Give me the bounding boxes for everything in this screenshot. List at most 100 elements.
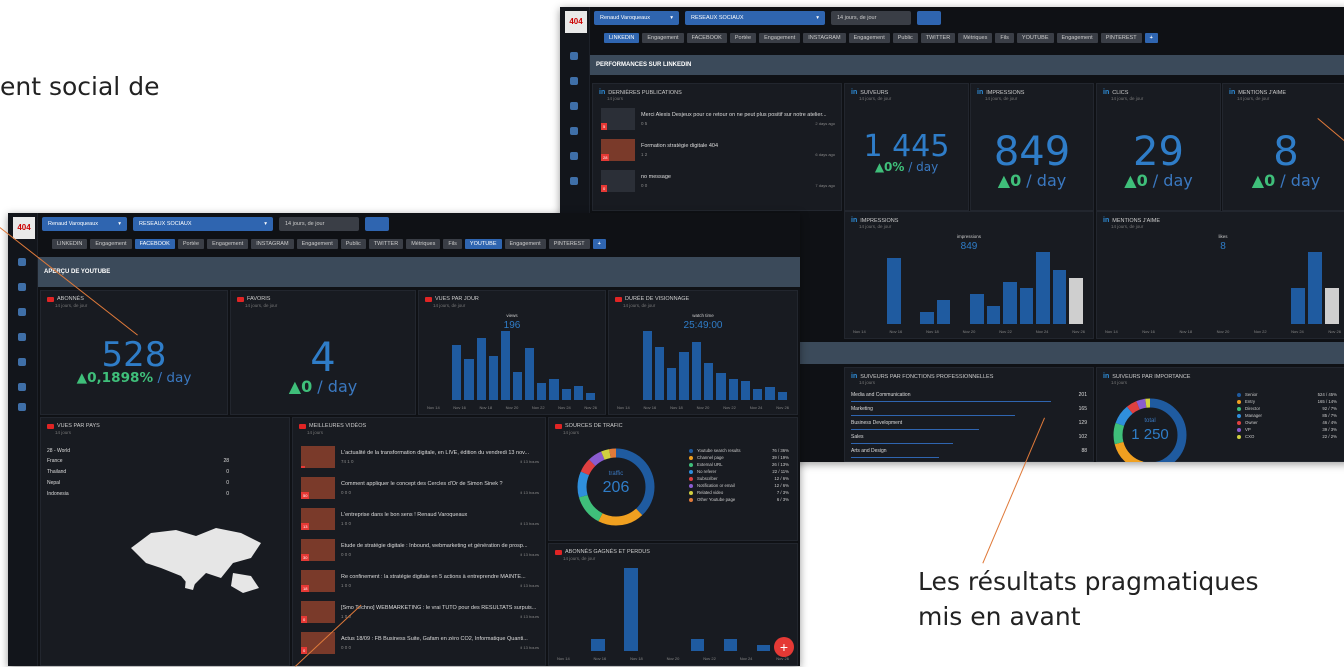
nav-icon[interactable] <box>18 308 26 316</box>
video-item[interactable]: 0 [Smo Techno] WEBMARKETING : le vrai TUT… <box>301 601 539 623</box>
video-item[interactable]: 30 Etude de stratégie digitale : Inbound,… <box>301 539 539 561</box>
video-item[interactable]: 50 Comment appliquer le concept des Cercl… <box>301 477 539 499</box>
network-tab[interactable]: Public <box>892 33 918 43</box>
network-tab[interactable]: PINTEREST <box>548 239 590 249</box>
legend-item: Youtube search results 76 / 36% <box>689 448 789 453</box>
post-item[interactable]: 5 Merci Alexis Desjeux pour ce retour on … <box>601 108 835 130</box>
legend-swatch <box>689 483 693 488</box>
bar-area <box>617 331 789 400</box>
period-select[interactable]: 14 jours, de jour <box>279 217 359 231</box>
video-item[interactable]: L'actualité de la transformation digital… <box>301 446 539 468</box>
legend-label: Other Youtube page <box>697 497 736 502</box>
network-tab[interactable]: Fils <box>443 239 462 249</box>
legend-item: Notification or email 12 / 6% <box>689 483 789 488</box>
brand-logo[interactable]: 404 <box>13 217 35 239</box>
legend-value: 7 / 3% <box>776 490 789 495</box>
nav-icon[interactable] <box>570 177 578 185</box>
nav-icon[interactable] <box>570 52 578 60</box>
x-tick-label: Nov 18 <box>630 656 643 661</box>
network-tab[interactable]: INSTAGRAM <box>803 33 846 43</box>
impressions-chart-card: in IMPRESSIONS 14 jours, de jour impressi… <box>844 211 1094 339</box>
network-tab[interactable]: + <box>592 239 606 249</box>
chart-series-label: watch time <box>692 313 714 318</box>
user-select[interactable]: Renaud Varoqueaux ▾ <box>594 11 679 25</box>
network-tab[interactable]: Métriques <box>958 33 993 43</box>
network-tab[interactable]: Engagement <box>207 239 249 249</box>
network-tab[interactable]: Portée <box>729 33 757 43</box>
network-tab[interactable]: Engagement <box>759 33 801 43</box>
function-value: 129 <box>1078 420 1087 426</box>
network-tab[interactable]: LINKEDIN <box>52 239 88 249</box>
nav-icon[interactable] <box>18 258 26 266</box>
legend-label: External URL <box>697 462 723 467</box>
network-tab[interactable]: FACEBOOK <box>686 33 727 43</box>
video-item[interactable]: 13 L'entreprise dans le bon sens ! Renaud… <box>301 508 539 530</box>
x-tick-label: Nov 18 <box>1179 329 1193 334</box>
period-select[interactable]: 14 jours, de jour <box>831 11 911 25</box>
top-bar: Renaud Varoqueaux ▾ RESEAUX SOCIAUX ▾ 14 j… <box>590 7 1344 29</box>
network-tab[interactable]: Fils <box>995 33 1014 43</box>
network-tab[interactable]: LINKEDIN <box>604 33 640 43</box>
apply-button[interactable] <box>365 217 389 231</box>
nav-icon[interactable] <box>570 77 578 85</box>
network-select[interactable]: RESEAUX SOCIAUX ▾ <box>133 217 273 231</box>
network-tab[interactable]: TWITTER <box>920 33 956 43</box>
country-row[interactable]: Nepal 0 <box>47 480 229 486</box>
network-tab[interactable]: Portée <box>177 239 205 249</box>
legend-label: Subscriber <box>697 476 718 481</box>
network-tab[interactable]: Engagement <box>296 239 338 249</box>
nav-icon[interactable] <box>570 102 578 110</box>
nav-icon[interactable] <box>18 383 26 391</box>
network-tab[interactable]: TWITTER <box>368 239 404 249</box>
apply-button[interactable] <box>917 11 941 25</box>
video-time: il 13 hours <box>520 490 539 495</box>
nav-icon[interactable] <box>18 403 26 411</box>
network-tab[interactable]: YOUTUBE <box>464 239 502 249</box>
section-banner: PERFORMANCES SUR LINKEDIN <box>590 55 1344 75</box>
video-count-badge: 0 <box>301 647 308 654</box>
country-row[interactable]: France 28 <box>47 458 229 464</box>
network-tab[interactable]: Engagement <box>1056 33 1098 43</box>
legend-value: 76 / 36% <box>772 448 789 453</box>
country-value: 0 <box>226 469 229 475</box>
legend-swatch <box>689 462 693 467</box>
function-progress-bar <box>851 429 979 430</box>
country-row[interactable]: Indonesia 0 <box>47 491 229 497</box>
post-item[interactable]: 28 Formation stratégie digitale 404 1 2 6 d… <box>601 139 835 161</box>
network-select[interactable]: RESEAUX SOCIAUX ▾ <box>685 11 825 25</box>
nav-icon[interactable] <box>570 127 578 135</box>
post-time: 2 days ago <box>815 121 835 126</box>
nav-icon[interactable] <box>18 358 26 366</box>
network-tab[interactable]: Engagement <box>848 33 890 43</box>
network-tab[interactable]: PINTEREST <box>1100 33 1142 43</box>
kpi-rate: ▲0% / day <box>845 160 968 174</box>
legend-label: Youtube search results <box>697 448 741 453</box>
legend-swatch <box>1237 399 1241 404</box>
x-tick-label: Nov 16 <box>453 405 466 410</box>
nav-icon[interactable] <box>18 333 26 341</box>
network-tab[interactable]: Public <box>340 239 366 249</box>
nav-icon[interactable] <box>18 283 26 291</box>
brand-logo[interactable]: 404 <box>565 11 587 33</box>
chart-bar <box>970 294 984 324</box>
network-tab[interactable]: Engagement <box>90 239 132 249</box>
video-item[interactable]: 0 Actus 18/09 : FB Business Suite, Gafam … <box>301 632 539 654</box>
legend-item: Owner 46 / 4% <box>1237 420 1337 425</box>
network-tab[interactable]: INSTAGRAM <box>251 239 294 249</box>
network-tab[interactable]: + <box>1144 33 1158 43</box>
network-tab[interactable]: Engagement <box>642 33 684 43</box>
country-row[interactable]: Thailand 0 <box>47 469 229 475</box>
add-widget-button[interactable]: + <box>774 637 794 657</box>
x-tick-label: Nov 22 <box>999 329 1012 334</box>
kpi-subtitle: 14 jours, de jour <box>245 303 278 308</box>
function-value: 102 <box>1078 434 1087 440</box>
video-item[interactable]: 18 Re confinement : la stratégie digitale… <box>301 570 539 592</box>
post-item[interactable]: 0 no message 0 0 7 days ago <box>601 170 835 192</box>
nav-icon[interactable] <box>570 152 578 160</box>
network-tab[interactable]: FACEBOOK <box>134 239 175 249</box>
user-select[interactable]: Renaud Varoqueaux ▾ <box>42 217 127 231</box>
network-tab[interactable]: Métriques <box>406 239 441 249</box>
network-tab[interactable]: Engagement <box>504 239 546 249</box>
chart-total-value: 25:49:00 <box>683 320 723 331</box>
network-tab[interactable]: YOUTUBE <box>1016 33 1054 43</box>
